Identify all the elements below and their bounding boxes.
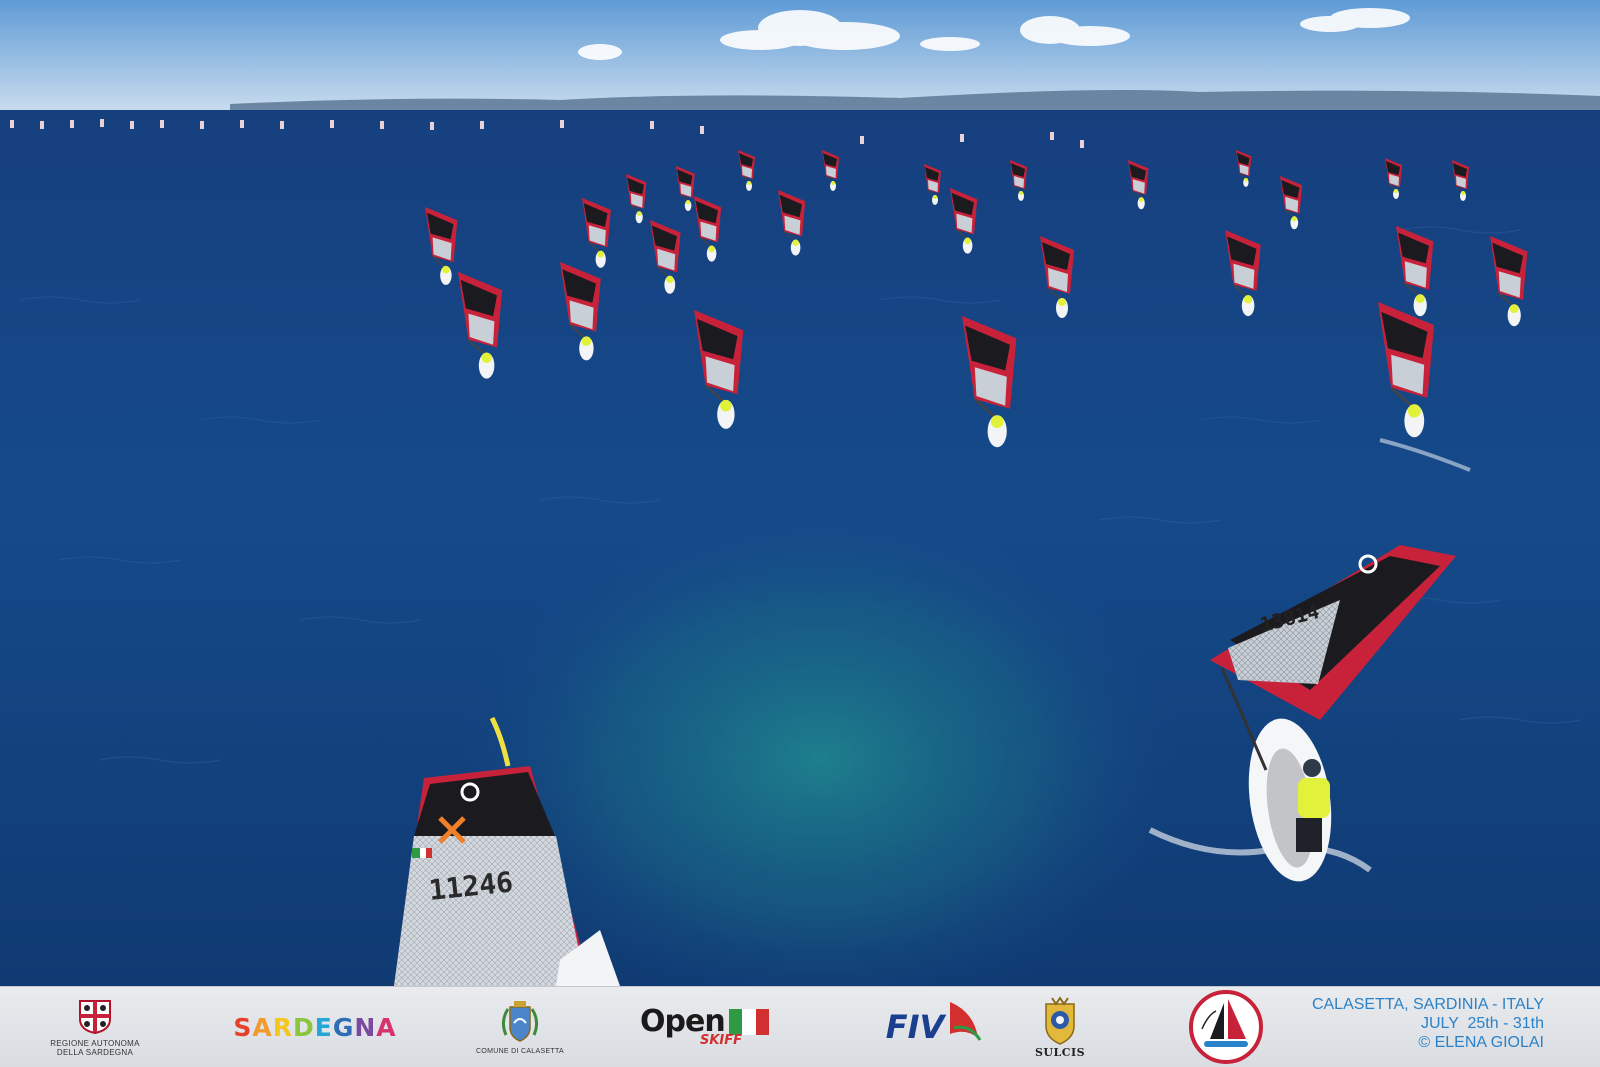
world-championship-logo	[1186, 987, 1266, 1067]
sulcis-name: SULCIS	[1034, 1045, 1086, 1059]
event-location: CALASETTA, SARDINIA - ITALY	[1311, 996, 1544, 1013]
race-photo: 13814 11246	[0, 0, 1600, 986]
sponsor-banner: REGIONE AUTONOMA DELLA SARDEGNA SARDEGNA…	[0, 986, 1600, 1067]
sardegna-logo: SARDEGNA	[220, 987, 410, 1067]
sardegna-wordmark: SARDEGNA	[233, 1013, 396, 1042]
sardegna-letter: S	[233, 1012, 253, 1042]
region-sardegna-logo: REGIONE AUTONOMA DELLA SARDEGNA	[40, 987, 150, 1067]
sulcis-logo: SULCIS	[1030, 987, 1090, 1067]
region-name-line2: DELLA SARDEGNA	[56, 1048, 134, 1057]
world-championship-badge-icon	[1189, 990, 1263, 1064]
sulcis-shield-icon	[1045, 995, 1075, 1045]
sardegna-letter: G	[332, 1012, 355, 1042]
sardegna-letter: N	[354, 1012, 377, 1042]
coat-of-arms-icon	[79, 1000, 111, 1035]
sardegna-letter: E	[314, 1012, 333, 1042]
sardegna-letter: A	[376, 1012, 397, 1042]
italian-flag-icon	[728, 1008, 769, 1035]
event-dates: JULY 25th - 31th	[1420, 1015, 1544, 1032]
event-info: CALASETTA, SARDINIA - ITALY JULY 25th - …	[1312, 995, 1544, 1052]
fiv-wordmark: FIV	[885, 1008, 945, 1046]
fiv-sail-swoosh-icon	[949, 1002, 982, 1041]
fiv-logo: FIV	[860, 987, 982, 1067]
comune-name: COMUNE DI CALASETTA	[475, 1047, 565, 1055]
sardegna-letter: A	[252, 1012, 273, 1042]
sardegna-letter: D	[292, 1012, 315, 1042]
sardegna-letter: R	[272, 1012, 293, 1042]
skiff-wordmark: SKIFF	[700, 1032, 743, 1048]
region-name-line1: REGIONE AUTONOMA	[50, 1039, 140, 1048]
open-skiff-logo: Open SKIFF	[640, 987, 790, 1067]
comune-calasetta-logo: COMUNE DI CALASETTA	[470, 987, 570, 1067]
photo-credit: © ELENA GIOLAI	[1418, 1034, 1544, 1051]
comune-crest-icon	[501, 1000, 539, 1042]
